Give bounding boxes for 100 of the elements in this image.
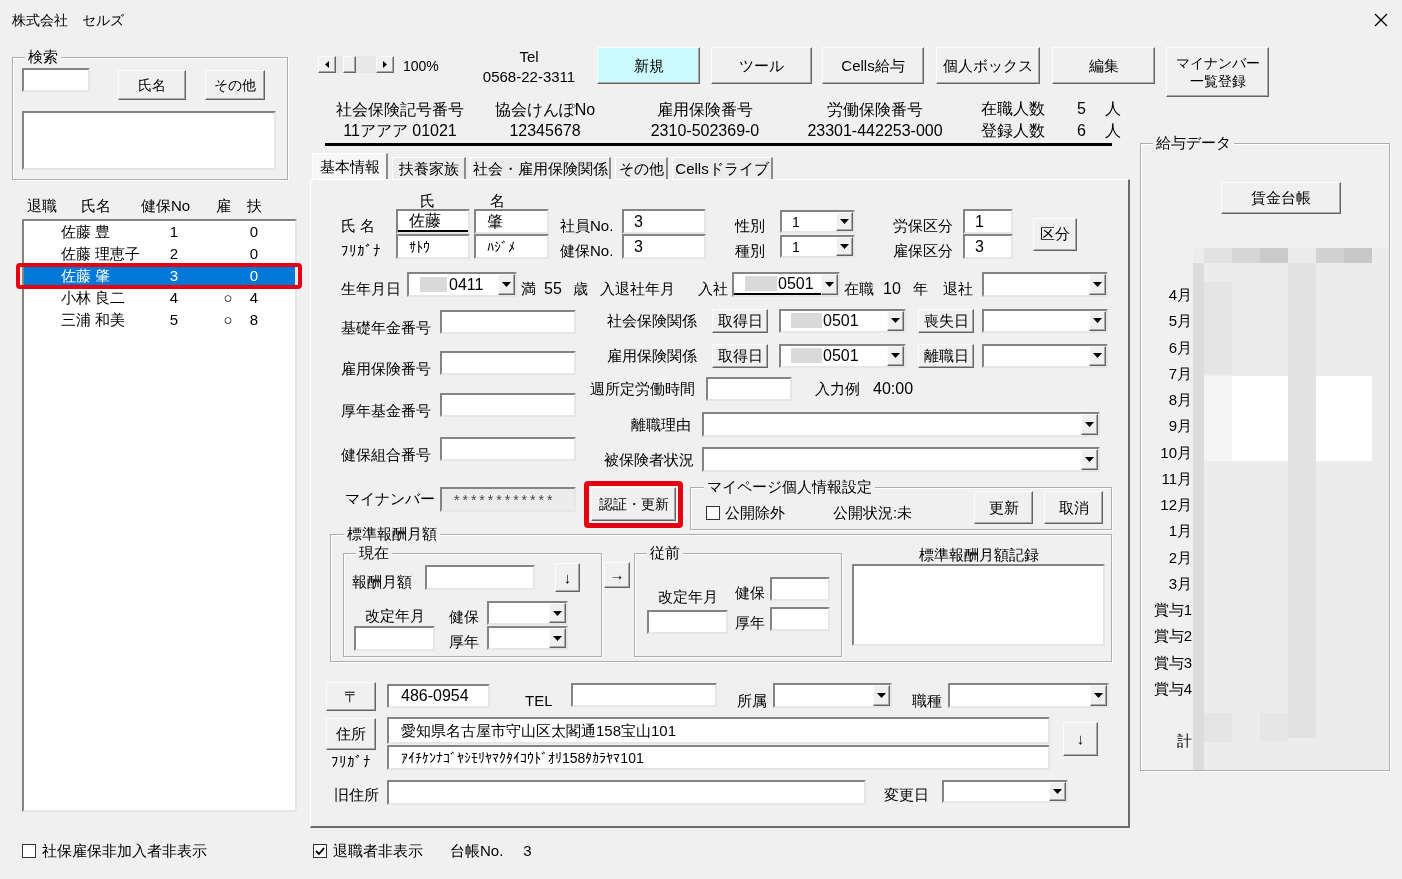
field-label: 在職 (844, 281, 875, 297)
tab[interactable]: 社会・雇用保険関係 (470, 157, 611, 179)
checkbox[interactable] (706, 506, 720, 520)
toolbar-button[interactable]: 編集 (1052, 47, 1155, 84)
postal-code-field[interactable]: 486-0954 (387, 684, 490, 708)
number-field[interactable] (440, 310, 576, 334)
address-field[interactable]: 愛知県名古屋市守山区太閣通158宝山101 (387, 717, 1050, 744)
list-row[interactable]: 佐藤 理恵子 2 0 (24, 243, 295, 265)
amount-field[interactable] (770, 577, 830, 601)
old-address-field[interactable] (387, 780, 866, 805)
dropdown-button[interactable] (836, 237, 853, 256)
dropdown-button[interactable] (887, 310, 904, 331)
copy-down-button[interactable]: ↓ (555, 563, 580, 592)
dropdown-button[interactable] (1089, 345, 1106, 366)
cancel-button[interactable]: 取消 (1044, 491, 1103, 524)
scroll-left-button[interactable] (318, 56, 336, 73)
dropdown-field[interactable]: 0411 (407, 272, 517, 297)
verify-update-button[interactable]: 認証・更新 (591, 487, 676, 521)
tab[interactable]: 基本情報 (312, 153, 388, 179)
dropdown-button[interactable] (549, 628, 566, 648)
toolbar-button[interactable]: Cells給与 (822, 47, 924, 84)
dropdown-button[interactable] (1090, 685, 1107, 706)
toolbar-button[interactable]: ツール (711, 47, 812, 84)
update-button[interactable]: 更新 (974, 491, 1033, 524)
number-field[interactable] (440, 351, 576, 375)
dropdown-button[interactable] (1089, 274, 1106, 295)
postal-code-button[interactable]: 〒 (326, 682, 376, 711)
dropdown-field[interactable] (702, 447, 1100, 472)
list-row[interactable]: 三浦 和美 5 ○ 8 (24, 309, 295, 331)
given-name-field[interactable]: 肇 (474, 209, 549, 234)
toolbar-button[interactable]: 個人ボックス (936, 47, 1040, 84)
dropdown-button[interactable] (1049, 782, 1066, 801)
toolbar-button[interactable]: 新規 (597, 47, 700, 84)
dropdown-field[interactable] (948, 683, 1109, 708)
history-list[interactable] (852, 564, 1105, 646)
tab[interactable]: その他 (615, 157, 668, 179)
dropdown-field[interactable] (773, 683, 892, 708)
dropdown-button[interactable] (873, 685, 890, 706)
amount-field[interactable] (425, 565, 535, 590)
move-right-button[interactable]: → (604, 562, 630, 588)
surname-field[interactable]: 佐藤 (396, 209, 470, 234)
wage-ledger-button[interactable]: 賃金台帳 (1221, 182, 1341, 214)
class-field[interactable]: 3 (963, 234, 1013, 259)
my-number-field[interactable]: ************ (440, 487, 576, 512)
amount-field[interactable] (770, 607, 830, 631)
search-field[interactable] (22, 68, 90, 92)
results-list[interactable] (22, 111, 276, 170)
dropdown-button[interactable] (836, 212, 853, 231)
dropdown-field[interactable] (982, 308, 1108, 333)
dropdown-field[interactable]: 0501 (779, 343, 906, 368)
acquired-date-button[interactable]: 取得日 (712, 308, 768, 333)
hours-field[interactable] (706, 376, 792, 401)
tab[interactable]: 扶養家族 (392, 157, 466, 179)
zoom-scrollbar[interactable] (318, 56, 394, 73)
dropdown-button[interactable] (887, 345, 904, 366)
scroll-right-button[interactable] (376, 56, 394, 73)
category-button[interactable]: 区分 (1033, 217, 1077, 251)
surname-kana-field[interactable]: ｻﾄｳ (396, 234, 470, 259)
dropdown-field[interactable] (487, 626, 568, 650)
close-icon[interactable] (1374, 13, 1388, 27)
checkbox[interactable] (22, 844, 36, 858)
toolbar-button[interactable]: マイナンバー一覧登録 (1166, 47, 1269, 97)
count-label: 登録人数 (981, 121, 1045, 141)
given-name-kana-field[interactable]: ﾊｼﾞﾒ (474, 234, 549, 259)
dropdown-field[interactable] (702, 412, 1100, 437)
dropdown-field[interactable]: 1 (780, 210, 855, 233)
employee-number-field[interactable]: 3 (622, 209, 706, 234)
checkbox[interactable] (313, 844, 327, 858)
dropdown-button[interactable] (1089, 310, 1106, 331)
address-button[interactable]: 住所 (326, 718, 376, 750)
dropdown-button[interactable] (549, 603, 566, 623)
end-date-button[interactable]: 喪失日 (918, 308, 974, 333)
dropdown-button[interactable] (1081, 449, 1098, 470)
dropdown-button[interactable] (821, 274, 838, 295)
scroll-thumb[interactable] (343, 56, 356, 73)
dropdown-field[interactable] (982, 343, 1108, 368)
tab[interactable]: Cellsドライブ (672, 157, 773, 179)
insurance-number-field[interactable]: 3 (622, 234, 706, 259)
list-row[interactable]: 佐藤 豊 1 0 (24, 221, 295, 243)
revision-field[interactable] (354, 626, 435, 651)
dropdown-field[interactable]: 0501 (779, 308, 906, 333)
class-field[interactable]: 1 (963, 209, 1013, 234)
phone-field[interactable] (571, 683, 717, 707)
address-kana-field[interactable]: ｱｲﾁｹﾝﾅｺﾞﾔｼﾓﾘﾔﾏｸﾀｲｺｳﾄﾞｵﾘ158ﾀｶﾗﾔﾏ101 (387, 745, 1050, 770)
dropdown-field[interactable] (982, 272, 1108, 297)
end-date-button[interactable]: 離職日 (918, 343, 974, 368)
number-field[interactable] (440, 437, 576, 461)
name-search-button[interactable]: 氏名 (118, 70, 186, 100)
list-row[interactable]: 小林 良二 4 ○ 4 (24, 287, 295, 309)
dropdown-field[interactable]: 0501 (732, 272, 840, 297)
acquired-date-button[interactable]: 取得日 (712, 343, 768, 368)
dropdown-button[interactable] (1081, 414, 1098, 435)
number-field[interactable] (440, 393, 576, 417)
dropdown-button[interactable] (498, 274, 515, 295)
other-search-button[interactable]: その他 (205, 70, 265, 100)
dropdown-field[interactable] (942, 780, 1068, 803)
copy-down-button[interactable]: ↓ (1063, 722, 1098, 756)
revision-field[interactable] (647, 610, 728, 634)
dropdown-field[interactable] (487, 601, 568, 625)
dropdown-field[interactable]: 1 (780, 235, 855, 258)
